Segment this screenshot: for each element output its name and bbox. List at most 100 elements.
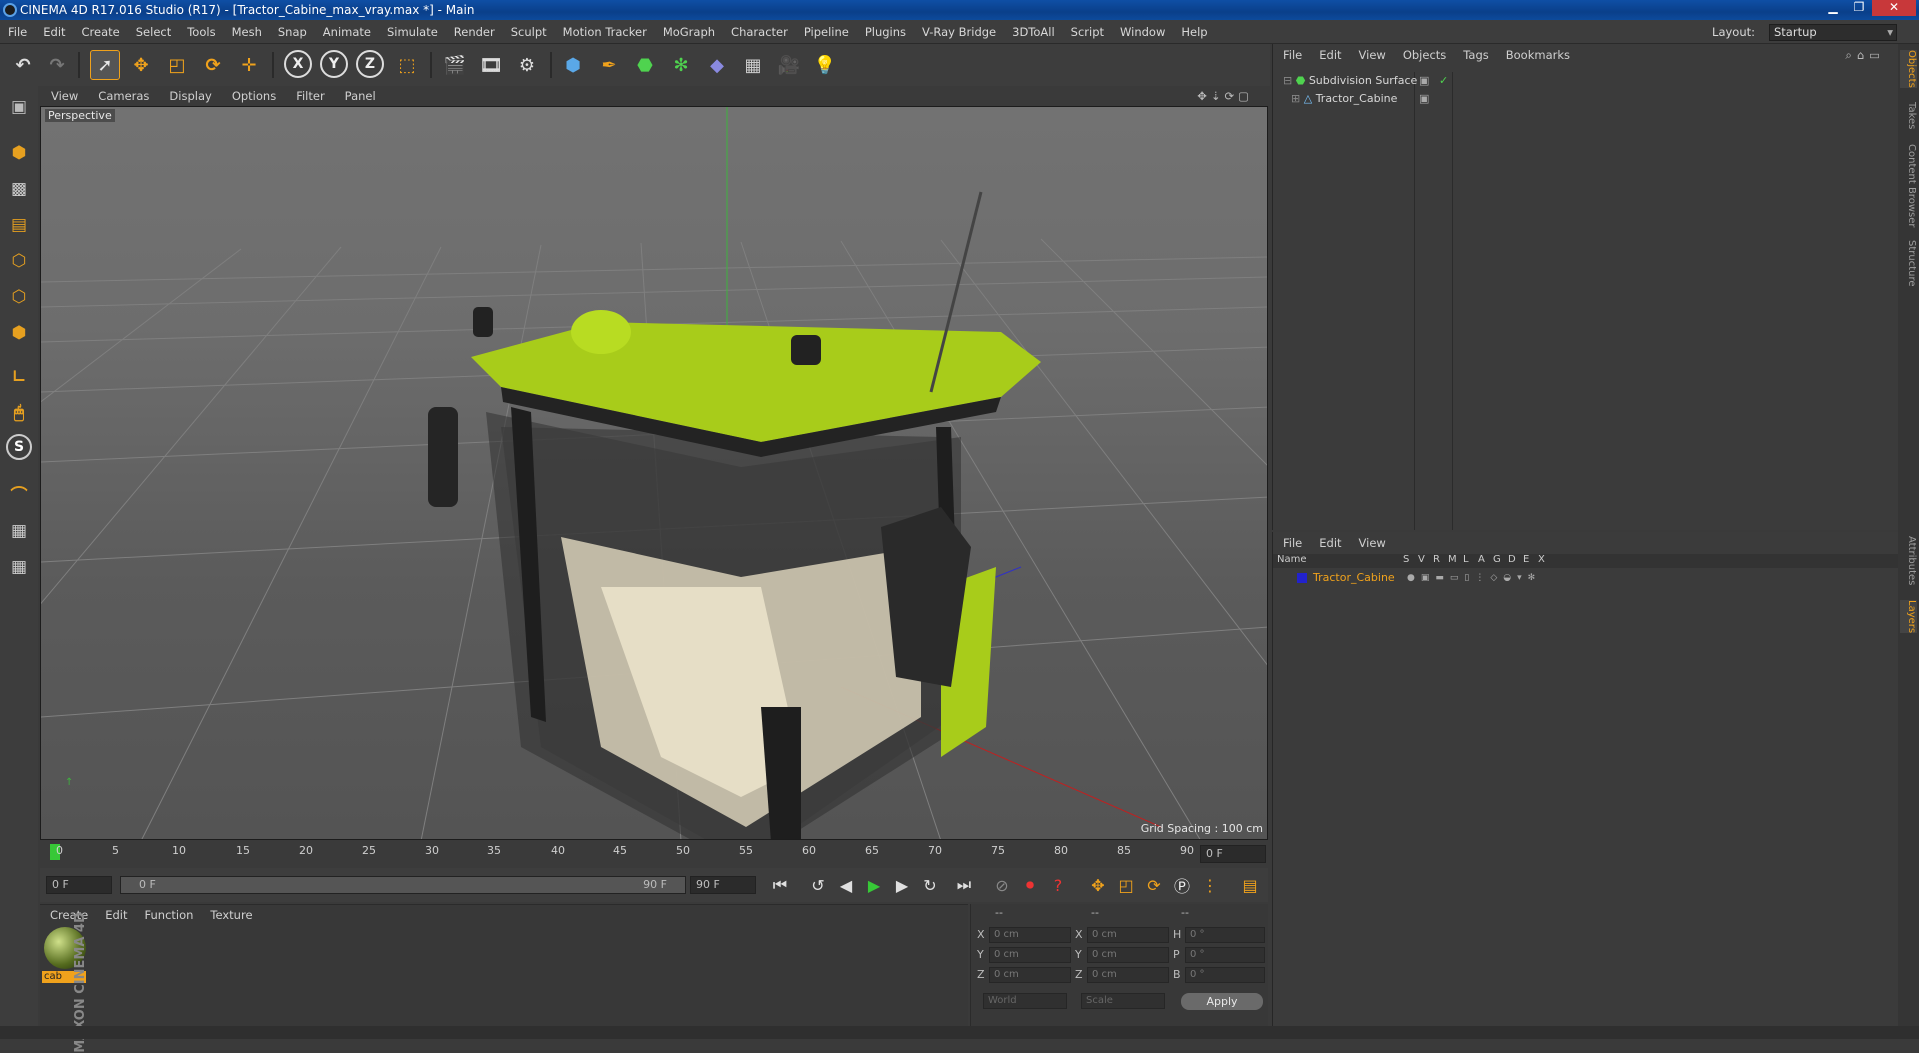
objects-menu-file[interactable]: File [1273, 44, 1309, 66]
key-rotation-icon[interactable]: ⟳ [1142, 873, 1166, 897]
viewport-menu-display[interactable]: Display [158, 86, 220, 106]
coordinate-mode-dropdown[interactable]: World [983, 993, 1067, 1009]
polygons-mode-icon[interactable]: ⬢ [4, 318, 34, 348]
axis-mode-icon[interactable]: ∟ [4, 362, 34, 392]
menu-animate[interactable]: Animate [315, 20, 379, 44]
pen-spline-icon[interactable]: ✒ [594, 50, 624, 80]
redo-icon[interactable]: ↷ [42, 50, 72, 80]
menu-window[interactable]: Window [1112, 20, 1173, 44]
magnet-icon[interactable]: ⌒ [4, 478, 34, 508]
timeline-ruler[interactable]: 0 5 10 15 20 25 30 35 40 45 50 55 60 65 … [40, 842, 1268, 866]
side-tab-structure[interactable]: Structure [1900, 240, 1917, 287]
workplane-mode-icon[interactable]: ▤ [4, 210, 34, 240]
layer-color-swatch[interactable] [1297, 573, 1307, 583]
model-mode-icon[interactable]: ⬢ [4, 138, 34, 168]
key-pla-icon[interactable]: ⋮ [1198, 873, 1222, 897]
menu-plugins[interactable]: Plugins [857, 20, 914, 44]
objects-menu-tags[interactable]: Tags [1453, 44, 1495, 66]
planar-workplane-icon[interactable]: ▦ [4, 552, 34, 582]
layers-menu-edit[interactable]: Edit [1309, 532, 1348, 554]
perspective-viewport[interactable]: Perspective Grid Spacing : 100 cm ↑ [40, 106, 1268, 840]
live-selection-icon[interactable]: ➚ [90, 50, 120, 80]
viewport-menu-options[interactable]: Options [221, 86, 285, 106]
make-editable-icon[interactable]: ▣ [4, 92, 34, 122]
edit-toggle-icon[interactable]: ▣ [1419, 92, 1429, 105]
next-key-icon[interactable]: ↻ [918, 873, 942, 897]
object-row-tractor-cabine[interactable]: ⊞ △ Tractor_Cabine [1273, 90, 1414, 108]
material-menu-edit[interactable]: Edit [95, 905, 134, 925]
material-menu-texture[interactable]: Texture [200, 905, 259, 925]
minimize-button[interactable]: ▁ [1820, 0, 1846, 16]
menu-3dtoall[interactable]: 3DToAll [1004, 20, 1063, 44]
menu-snap[interactable]: Snap [270, 20, 315, 44]
apply-button[interactable]: Apply [1181, 993, 1263, 1010]
texture-mode-icon[interactable]: ▩ [4, 174, 34, 204]
current-frame-field[interactable]: 0 F [1200, 845, 1266, 863]
menu-motion-tracker[interactable]: Motion Tracker [555, 20, 655, 44]
points-mode-icon[interactable]: ⬡ [4, 246, 34, 276]
menu-file[interactable]: File [0, 20, 35, 44]
layer-name[interactable]: Tractor_Cabine [1313, 570, 1395, 586]
y-axis-icon[interactable]: Y [320, 50, 348, 78]
side-tab-content-browser[interactable]: Content Browser [1900, 144, 1917, 227]
rot-b-field[interactable]: 0 ° [1185, 967, 1265, 983]
record-keys-icon[interactable]: ⊘ [990, 873, 1014, 897]
edges-mode-icon[interactable]: ⬡ [4, 282, 34, 312]
floor-scene-icon[interactable]: ▦ [738, 50, 768, 80]
menu-select[interactable]: Select [128, 20, 179, 44]
start-frame-field[interactable]: 0 F [46, 876, 112, 894]
key-position-icon[interactable]: ✥ [1086, 873, 1110, 897]
layer-row[interactable]: Tractor_Cabine ●▣▬▭▯⋮◇◒▾✻ [1273, 570, 1899, 586]
enabled-check-icon[interactable]: ✓ [1439, 74, 1448, 87]
render-settings-icon[interactable]: ⚙ [512, 50, 542, 80]
viewport-menu-filter[interactable]: Filter [285, 86, 333, 106]
menu-help[interactable]: Help [1173, 20, 1215, 44]
coordinate-system-icon[interactable]: ⬚ [392, 50, 422, 80]
render-view-icon[interactable]: 🎬 [440, 50, 470, 80]
subdivision-generator-icon[interactable]: ⬣ [630, 50, 660, 80]
viewport-menu-panel[interactable]: Panel [334, 86, 385, 106]
layout-dropdown[interactable]: Startup [1769, 23, 1897, 41]
menu-character[interactable]: Character [723, 20, 796, 44]
transform-icon[interactable]: ✛ [234, 50, 264, 80]
viewport-menu-view[interactable]: View [40, 86, 87, 106]
key-parameter-icon[interactable]: Ⓟ [1170, 873, 1194, 897]
objects-menu-objects[interactable]: Objects [1393, 44, 1453, 66]
close-button[interactable]: ✕ [1872, 0, 1916, 16]
side-tab-objects[interactable]: Objects [1900, 50, 1917, 88]
menu-simulate[interactable]: Simulate [379, 20, 446, 44]
autokey-icon[interactable]: ⏺ [1018, 873, 1042, 897]
scale-icon[interactable]: ◰ [162, 50, 192, 80]
menu-create[interactable]: Create [74, 20, 128, 44]
pos-x-field[interactable]: 0 cm [989, 927, 1071, 943]
go-to-end-icon[interactable]: ⏭ [952, 873, 976, 897]
pos-y-field[interactable]: 0 cm [989, 947, 1071, 963]
object-manager-search-icon[interactable]: ⌕⌂▭ [1835, 44, 1892, 66]
rot-h-field[interactable]: 0 ° [1185, 927, 1265, 943]
menu-vray-bridge[interactable]: V-Ray Bridge [914, 20, 1004, 44]
menu-sculpt[interactable]: Sculpt [503, 20, 555, 44]
menu-render[interactable]: Render [446, 20, 503, 44]
undo-icon[interactable]: ↶ [8, 50, 38, 80]
layers-menu-file[interactable]: File [1273, 532, 1309, 554]
light-icon[interactable]: 💡 [810, 50, 840, 80]
z-axis-icon[interactable]: Z [356, 50, 384, 78]
menu-edit[interactable]: Edit [35, 20, 73, 44]
size-y-field[interactable]: 0 cm [1087, 947, 1169, 963]
menu-mograph[interactable]: MoGraph [655, 20, 723, 44]
frame-range-slider[interactable]: 0 F 90 F [120, 876, 686, 894]
menu-tools[interactable]: Tools [179, 20, 223, 44]
expand-icon[interactable]: ⊞ [1291, 92, 1300, 105]
step-forward-icon[interactable]: ▶ [890, 873, 914, 897]
previous-key-icon[interactable]: ↺ [806, 873, 830, 897]
layers-menu-view[interactable]: View [1349, 532, 1393, 554]
snap-icon[interactable]: S [6, 434, 32, 460]
viewport-menu-cameras[interactable]: Cameras [87, 86, 158, 106]
tweak-mode-icon[interactable]: 🖱 [4, 398, 34, 428]
keyframe-selection-icon[interactable]: ? [1046, 873, 1070, 897]
material-menu-function[interactable]: Function [135, 905, 201, 925]
timeline-window-icon[interactable]: ▤ [1238, 873, 1262, 897]
objects-menu-view[interactable]: View [1349, 44, 1393, 66]
move-icon[interactable]: ✥ [126, 50, 156, 80]
menu-mesh[interactable]: Mesh [224, 20, 270, 44]
